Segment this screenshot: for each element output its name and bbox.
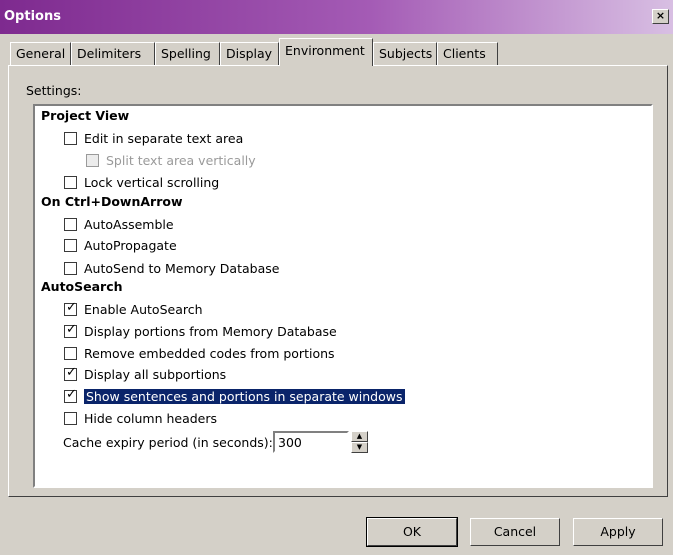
option-hide-column-headers[interactable]: Hide column headers bbox=[64, 409, 217, 427]
option-label: Split text area vertically bbox=[106, 152, 256, 168]
settings-label: Settings: bbox=[26, 83, 82, 98]
settings-list[interactable]: Project View Edit in separate text area … bbox=[33, 104, 653, 488]
tab-environment[interactable]: Environment bbox=[279, 38, 373, 66]
option-label: Hide column headers bbox=[84, 410, 218, 426]
check-icon: ✓ bbox=[66, 321, 77, 337]
tab-spelling[interactable]: Spelling bbox=[155, 42, 220, 65]
options-dialog: Options × General Delimiters Spelling Di… bbox=[0, 0, 673, 555]
ok-button[interactable]: OK bbox=[366, 517, 458, 547]
checkbox-checked[interactable]: ✓ bbox=[64, 364, 77, 381]
cache-expiry-spinner: ▲ ▼ bbox=[273, 431, 368, 453]
cancel-button[interactable]: Cancel bbox=[470, 518, 560, 546]
cache-expiry-row: Cache expiry period (in seconds): bbox=[63, 433, 277, 451]
title-bar: Options × bbox=[0, 0, 673, 34]
option-enable-autosearch[interactable]: ✓ Enable AutoSearch bbox=[64, 300, 203, 318]
tab-subjects[interactable]: Subjects bbox=[373, 42, 437, 65]
option-autoassemble[interactable]: AutoAssemble bbox=[64, 215, 174, 233]
group-project-view: Project View bbox=[41, 108, 130, 123]
checkbox-checked[interactable]: ✓ bbox=[64, 321, 77, 338]
option-label: AutoAssemble bbox=[84, 216, 174, 232]
option-show-separate-windows[interactable]: ✓ Show sentences and portions in separat… bbox=[64, 386, 406, 405]
checkbox[interactable] bbox=[64, 261, 77, 275]
checkbox[interactable] bbox=[64, 346, 77, 360]
option-label: Display portions from Memory Database bbox=[84, 323, 337, 339]
checkbox[interactable] bbox=[64, 131, 77, 145]
option-autopropagate[interactable]: AutoPropagate bbox=[64, 236, 177, 254]
tab-delimiters[interactable]: Delimiters bbox=[71, 42, 155, 65]
option-lock-vertical-scrolling[interactable]: Lock vertical scrolling bbox=[64, 173, 219, 191]
checkbox[interactable] bbox=[64, 411, 77, 425]
check-icon: ✓ bbox=[66, 386, 77, 402]
group-autosearch: AutoSearch bbox=[41, 279, 123, 294]
check-icon: ✓ bbox=[66, 364, 77, 380]
checkbox[interactable] bbox=[64, 238, 77, 252]
option-remove-embedded-codes[interactable]: Remove embedded codes from portions bbox=[64, 344, 335, 362]
checkbox[interactable] bbox=[64, 217, 77, 231]
checkbox-checked[interactable]: ✓ bbox=[64, 299, 77, 316]
spin-down-button[interactable]: ▼ bbox=[351, 442, 368, 453]
option-label: Edit in separate text area bbox=[84, 130, 244, 146]
option-label: Lock vertical scrolling bbox=[84, 174, 220, 190]
option-display-all-subportions[interactable]: ✓ Display all subportions bbox=[64, 365, 226, 383]
option-autosend-memory-database[interactable]: AutoSend to Memory Database bbox=[64, 259, 279, 277]
tab-general[interactable]: General bbox=[10, 42, 71, 65]
option-label-selected: Show sentences and portions in separate … bbox=[83, 387, 406, 405]
option-label: AutoPropagate bbox=[84, 237, 177, 253]
tab-clients[interactable]: Clients bbox=[437, 42, 498, 65]
tab-display[interactable]: Display bbox=[220, 42, 279, 65]
spin-up-button[interactable]: ▲ bbox=[351, 431, 368, 442]
option-split-text-area-vertically: Split text area vertically bbox=[86, 151, 256, 169]
cache-expiry-label: Cache expiry period (in seconds): bbox=[63, 434, 273, 450]
checkbox[interactable] bbox=[64, 175, 77, 189]
option-label: Enable AutoSearch bbox=[84, 301, 203, 317]
check-icon: ✓ bbox=[66, 299, 77, 315]
apply-button[interactable]: Apply bbox=[573, 518, 663, 546]
close-button[interactable]: × bbox=[652, 9, 669, 24]
option-edit-separate-text-area[interactable]: Edit in separate text area bbox=[64, 129, 243, 147]
cache-expiry-input[interactable] bbox=[273, 431, 349, 453]
option-label: Display all subportions bbox=[84, 366, 227, 382]
group-ctrl-downarrow: On Ctrl+DownArrow bbox=[41, 194, 183, 209]
checkbox bbox=[86, 153, 99, 167]
checkbox-checked[interactable]: ✓ bbox=[64, 386, 77, 403]
option-label: Remove embedded codes from portions bbox=[84, 345, 335, 361]
window-title: Options bbox=[4, 9, 61, 24]
spin-buttons: ▲ ▼ bbox=[351, 431, 368, 453]
option-display-portions-memory-database[interactable]: ✓ Display portions from Memory Database bbox=[64, 322, 337, 340]
option-label: AutoSend to Memory Database bbox=[84, 260, 280, 276]
